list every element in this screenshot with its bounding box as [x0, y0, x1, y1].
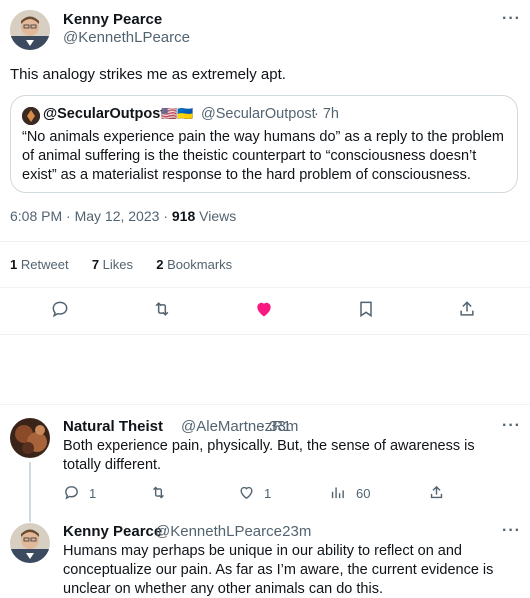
- tweet-metadata: 6:08 PM · May 12, 2023 · 918 Views: [10, 208, 236, 224]
- quoted-tweet-text: “No animals experience pain the way huma…: [22, 129, 504, 183]
- analytics-icon[interactable]: [329, 484, 346, 501]
- reply-author-handle[interactable]: @KennethLPearce: [155, 523, 282, 540]
- tweet-stats: 1 Retweet 7 Likes 2 Bookmarks: [10, 257, 232, 272]
- share-icon[interactable]: [428, 484, 445, 501]
- reply-author-name[interactable]: Natural Theist: [63, 418, 163, 435]
- views-separator: ·: [163, 208, 172, 224]
- divider-1: [0, 241, 530, 242]
- like-count: 1: [264, 486, 272, 501]
- bookmark-icon[interactable]: [356, 299, 376, 319]
- author-avatar[interactable]: [10, 10, 50, 50]
- retweet-icon[interactable]: [150, 484, 167, 501]
- reply-author-name[interactable]: Kenny Pearce: [63, 523, 162, 540]
- divider-2: [0, 287, 530, 288]
- reply-text: Both experience pain, physically. But, t…: [63, 438, 475, 473]
- reply-icon[interactable]: [50, 299, 70, 319]
- quoted-author-handle: @SecularOutpost: [201, 106, 316, 122]
- reply-text: Humans may perhaps be unique in our abil…: [63, 543, 494, 597]
- more-dots-icon[interactable]: ···: [502, 417, 521, 435]
- tweet-text: This analogy strikes me as extremely apt…: [10, 66, 286, 83]
- quoted-tweet-time: · 7h: [314, 106, 339, 122]
- more-dots-icon[interactable]: ···: [502, 522, 521, 540]
- divider-3: [0, 334, 530, 335]
- reply-icon[interactable]: [63, 484, 80, 501]
- views-count: 918: [171, 208, 196, 224]
- thread-line: [29, 462, 31, 522]
- quoted-author-avatar: [22, 107, 40, 125]
- retweets-stat[interactable]: 1 Retweet: [10, 257, 69, 272]
- retweet-icon[interactable]: [152, 299, 172, 319]
- divider-4: [0, 404, 530, 405]
- heart-icon[interactable]: [238, 484, 255, 501]
- author-name[interactable]: Kenny Pearce: [63, 11, 162, 28]
- more-dots-icon[interactable]: ···: [502, 10, 521, 28]
- reply-author-avatar[interactable]: [10, 418, 50, 458]
- quoted-author-flags: 🇺🇸🇺🇦: [161, 106, 194, 121]
- reply-count: 1: [89, 486, 97, 501]
- views-count: 60: [356, 486, 371, 501]
- bookmarks-stat[interactable]: 2 Bookmarks: [156, 257, 232, 272]
- reply-time[interactable]: · 23m: [273, 523, 311, 540]
- share-icon[interactable]: [457, 299, 477, 319]
- quoted-author-name: @SecularOutpost: [43, 106, 166, 122]
- views-label: Views: [199, 208, 237, 224]
- heart-filled-icon[interactable]: [254, 299, 274, 319]
- reply-time[interactable]: · 33m: [260, 418, 298, 435]
- author-handle[interactable]: @KennethLPearce: [63, 29, 190, 46]
- tweet-timestamp[interactable]: 6:08 PM · May 12, 2023: [10, 208, 159, 224]
- likes-stat[interactable]: 7 Likes: [92, 257, 133, 272]
- quoted-tweet-card[interactable]: @SecularOutpost 🇺🇸🇺🇦 @SecularOutpost · 7…: [10, 95, 518, 193]
- reply-author-avatar[interactable]: [10, 523, 50, 563]
